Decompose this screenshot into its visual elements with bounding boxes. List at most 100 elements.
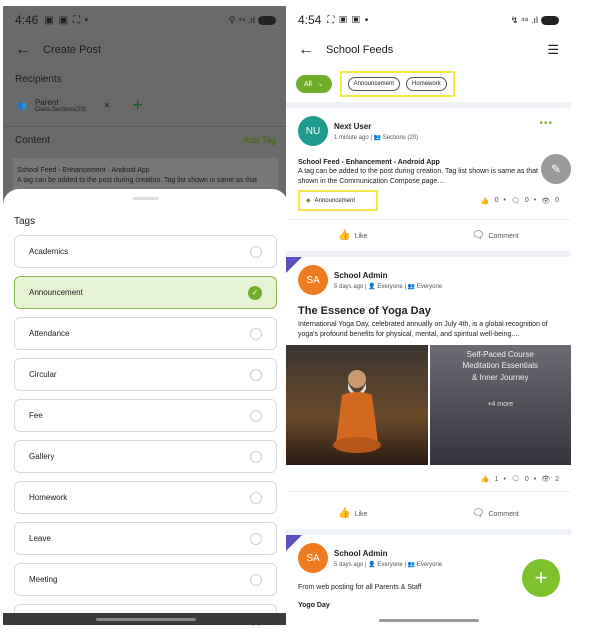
- plus-icon: +: [534, 565, 548, 590]
- comment-count: 0: [524, 197, 529, 205]
- views-icon: 👁: [541, 476, 551, 484]
- comment-count-icon: 🗨: [510, 197, 520, 205]
- group-icon: 👥: [17, 101, 27, 110]
- comment-label: Comment: [488, 233, 519, 241]
- radio-icon[interactable]: [250, 491, 262, 504]
- radio-icon[interactable]: [250, 450, 262, 463]
- post-title: The Essence of Yoga Day: [298, 305, 431, 318]
- like-count: 1: [494, 475, 499, 483]
- battery-icon: [541, 15, 559, 25]
- tag-option-label: Announcement: [29, 288, 83, 297]
- add-recipient-icon[interactable]: +: [132, 95, 143, 116]
- post-meta: 5 days ago | 👤 Everyone | 👥 Everyone: [334, 561, 443, 568]
- author-name: Next User: [334, 121, 372, 131]
- pencil-icon: ✎: [550, 162, 562, 176]
- tag-option-fee[interactable]: Fee: [14, 399, 277, 432]
- post-time: 5 days ago: [334, 283, 364, 290]
- like-label: Like: [354, 233, 368, 241]
- page-title: Create Post: [43, 44, 102, 56]
- post-line-1: School Feed - Enhancement - Android App: [298, 159, 440, 166]
- tag-option-leave[interactable]: Leave: [14, 522, 277, 555]
- tag-list: Academics Announcement ✓ Attendance Circular…: [3, 235, 288, 626]
- tag-option-attendance[interactable]: Attendance: [14, 317, 277, 350]
- like-count: 0: [494, 197, 499, 205]
- radio-icon[interactable]: [250, 368, 262, 381]
- back-arrow-icon[interactable]: ←: [15, 41, 43, 59]
- recipient-chip[interactable]: 👥 Parent Class-Sections(20) ✕ +: [3, 89, 288, 122]
- gallery-image-1[interactable]: [286, 345, 428, 466]
- sheet-title: Tags: [14, 216, 36, 227]
- tag-option-announcement[interactable]: Announcement ✓: [14, 276, 277, 309]
- radio-icon[interactable]: [250, 409, 262, 422]
- radio-icon[interactable]: [250, 245, 262, 258]
- more-options-icon[interactable]: •••: [539, 118, 553, 129]
- thumbs-up-icon: 👍: [338, 508, 351, 520]
- filter-icon[interactable]: ☰: [547, 42, 559, 58]
- highlight-box: Announcement Homework: [339, 71, 455, 97]
- remove-icon[interactable]: ✕: [104, 101, 111, 110]
- post-meta: 5 days ago | 👤 Everyone | 👥 Everyone: [334, 283, 443, 290]
- add-post-fab[interactable]: +: [522, 559, 560, 597]
- comment-count: 0: [524, 475, 529, 483]
- post-time: 1 minute ago: [334, 134, 369, 141]
- tag-option-homework[interactable]: Homework: [14, 481, 277, 514]
- signal-icon: ⚲ ⁴⁸ .ıl: [228, 14, 255, 25]
- comment-label: Comment: [488, 511, 519, 519]
- tag-option-label: Leave: [29, 534, 51, 543]
- image-gallery[interactable]: Self-Paced Course Meditation Essentials …: [286, 345, 572, 466]
- status-time: 4:46: [15, 13, 39, 27]
- chip-announcement[interactable]: Announcement: [347, 77, 401, 91]
- post-meta: 1 minute ago | 👥 Sections (20): [334, 134, 419, 141]
- battery-icon: [258, 15, 276, 25]
- page-title: School Feeds: [326, 44, 394, 56]
- app-bar: ← School Feeds ☰: [286, 34, 571, 66]
- like-count-icon: 👍: [480, 197, 490, 205]
- tag-option-label: Homework: [29, 493, 68, 502]
- tag-option-academics[interactable]: Academics: [14, 235, 277, 268]
- new-badge: [286, 257, 302, 274]
- like-button[interactable]: 👍 Like: [338, 230, 367, 241]
- like-button[interactable]: 👍 Like: [338, 508, 367, 519]
- gesture-bar: [378, 619, 479, 622]
- tag-option-label: Circular: [29, 370, 57, 379]
- post-stats: 👍 1 • 🗨 0 • 👁 2: [480, 475, 559, 484]
- person-icon: 👤: [368, 561, 376, 568]
- new-badge: [286, 535, 302, 552]
- comment-count-icon: 🗨: [510, 476, 520, 484]
- person-icon: 👤: [368, 283, 376, 290]
- radio-icon[interactable]: [250, 532, 262, 545]
- comment-button[interactable]: 🗨 Comment: [472, 230, 519, 241]
- post-card[interactable]: NU Next User 1 minute ago | 👥 Sections (…: [286, 108, 571, 219]
- views-count: 0: [555, 197, 559, 205]
- check-circle-icon[interactable]: ✓: [248, 285, 262, 300]
- comment-button[interactable]: 🗨 Comment: [472, 508, 519, 519]
- status-time: 4:54: [298, 13, 322, 27]
- filter-all-dropdown[interactable]: All ⌄: [296, 75, 332, 93]
- tag-option-label: Gallery: [29, 452, 55, 461]
- thumbs-up-icon: 👍: [338, 230, 351, 242]
- post-card[interactable]: SA School Admin 5 days ago | 👤 Everyone …: [286, 257, 571, 491]
- post-audience-1: Everyone: [377, 283, 403, 290]
- tag-option-meeting[interactable]: Meeting: [14, 563, 277, 596]
- back-arrow-icon[interactable]: ←: [298, 41, 326, 59]
- post-body: School Feed - Enhancement - Android App …: [298, 158, 559, 186]
- radio-icon[interactable]: [250, 327, 262, 340]
- avatar: SA: [298, 265, 328, 296]
- tag-option-circular[interactable]: Circular: [14, 358, 277, 391]
- group-icon: 👥: [407, 283, 416, 290]
- add-tag-button[interactable]: Add Tag: [243, 135, 276, 146]
- gallery-image-2[interactable]: Self-Paced Course Meditation Essentials …: [429, 345, 572, 466]
- more-images[interactable]: +4 more: [430, 400, 572, 410]
- post-audience-2: Everyone: [416, 561, 443, 568]
- post-actions: 👍 Like 🗨 Comment: [286, 491, 571, 529]
- post-actions: 👍 Like 🗨 Comment: [286, 219, 571, 251]
- tag-option-gallery[interactable]: Gallery: [14, 440, 277, 473]
- content-line-1: School Feed - Enhancement - Android App: [17, 167, 150, 174]
- group-icon: 👥: [373, 134, 382, 141]
- chip-homework[interactable]: Homework: [406, 77, 447, 91]
- radio-icon[interactable]: [250, 573, 262, 586]
- signal-icon: ↯ ⁴⁸ .ıl: [510, 14, 538, 25]
- recipient-sub: Class-Sections(20): [34, 107, 86, 113]
- school-feeds-screen: 4:54 ⛶ ▣ ▣ • ↯ ⁴⁸ .ıl ← School Feeds ☰ A…: [286, 6, 571, 626]
- edit-fab[interactable]: ✎: [541, 154, 571, 184]
